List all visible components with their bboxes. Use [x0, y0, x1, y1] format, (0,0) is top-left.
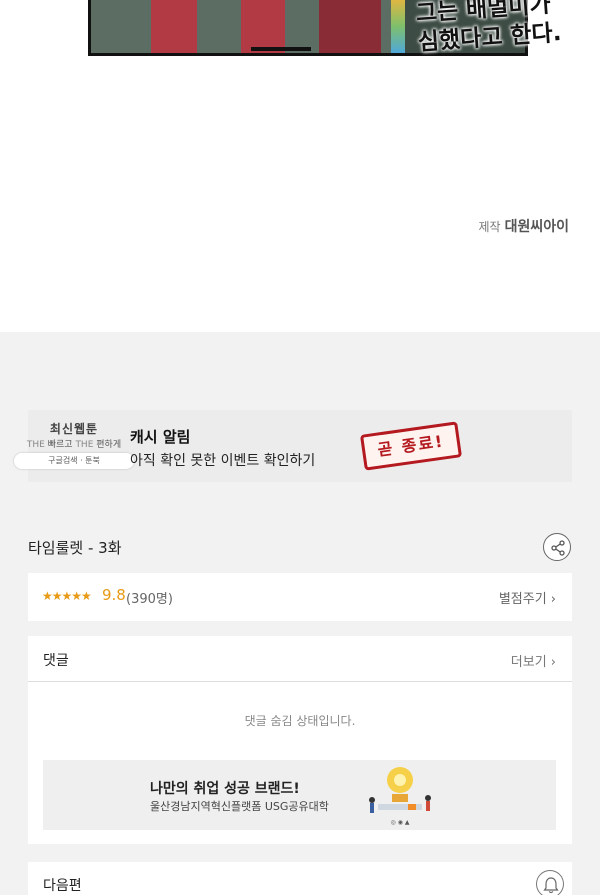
comments-more-button[interactable]: 더보기 ›: [511, 651, 556, 670]
bell-icon: [543, 877, 559, 894]
notify-button[interactable]: [536, 870, 564, 895]
banner-search-pill: 구글검색 · 툰북: [14, 453, 134, 469]
rating-score: 9.8: [102, 586, 126, 604]
ad-illustration: ◎ ◉ ▲: [348, 764, 452, 826]
rating-card: ★★★★★ 9.8 (390명) 별점주기 ›: [28, 573, 572, 621]
ad-subtitle: 울산경남지역혁신플랫폼 USG공유대학: [150, 800, 329, 813]
comic-viewer: 그는 배멀미가 심했다고 한다. 제작 대원씨아이: [0, 0, 600, 332]
banner-logo-tagline: THE 빠르고 THE 편하게: [26, 440, 122, 450]
comments-hidden-message: 댓글 숨김 상태입니다.: [244, 714, 356, 728]
banner-logo: 최신웹툰 THE 빠르고 THE 편하게 구글검색 · 툰북: [12, 420, 136, 476]
rating-stars: ★★★★★: [42, 589, 92, 603]
ad-title: 나만의 취업 성공 브랜드!: [150, 781, 300, 797]
production-credit: 제작 대원씨아이: [479, 216, 570, 236]
share-button[interactable]: [543, 533, 571, 561]
banner-subtitle: 아직 확인 못한 이벤트 확인하기: [130, 453, 316, 469]
credit-label: 제작: [478, 220, 501, 234]
cash-alert-banner[interactable]: 최신웹툰 THE 빠르고 THE 편하게 구글검색 · 툰북 캐시 알림 아직 …: [14, 410, 572, 482]
next-episode-title: 다음편: [43, 878, 82, 894]
ad-partner-logos: ◎ ◉ ▲: [390, 819, 410, 826]
episode-title: 타임룰렛 - 3화: [28, 539, 122, 557]
credit-studio: 대원씨아이: [504, 219, 569, 235]
ending-soon-stamp: 곧 종료!: [359, 421, 463, 471]
rate-button[interactable]: 별점주기 ›: [499, 588, 556, 607]
comic-speech-text: 그는 배멀미가 심했다고 한다.: [415, 0, 579, 58]
rating-count: (390명): [126, 592, 173, 607]
ad-banner[interactable]: 나만의 취업 성공 브랜드! 울산경남지역혁신플랫폼 USG공유대학 ◎ ◉ ▲: [43, 760, 556, 830]
banner-logo-title: 최신웹툰: [49, 422, 99, 436]
comments-title: 댓글: [43, 653, 69, 669]
banner-title: 캐시 알림: [130, 428, 191, 446]
share-icon: [551, 540, 565, 556]
comments-card: 댓글 더보기 › 댓글 숨김 상태입니다. 나만의 취업 성공 브랜드! 울산경…: [28, 636, 572, 844]
comments-header: 댓글 더보기 ›: [28, 636, 572, 682]
next-episode-card[interactable]: 다음편: [28, 862, 572, 895]
